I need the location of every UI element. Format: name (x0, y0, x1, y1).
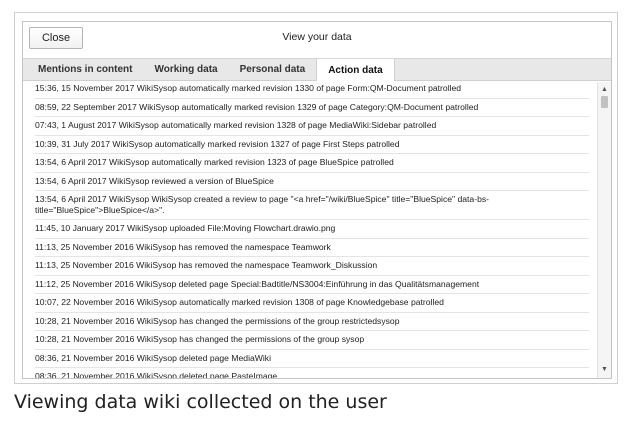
log-entry: 08:36, 21 November 2016 WikiSysop delete… (35, 368, 589, 378)
log-entry: 10:28, 21 November 2016 WikiSysop has ch… (35, 313, 589, 331)
scroll-down-arrow-icon[interactable]: ▼ (598, 364, 611, 376)
log-entry: 10:28, 21 November 2016 WikiSysop has ch… (35, 331, 589, 350)
log-entry: 11:12, 25 November 2016 WikiSysop delete… (35, 276, 589, 294)
image-caption: Viewing data wiki collected on the user (14, 391, 387, 413)
log-entry: 07:43, 1 August 2017 WikiSysop automatic… (35, 117, 589, 136)
action-log: 15:36, 15 November 2017 WikiSysop automa… (23, 82, 597, 378)
log-entry: 13:54, 6 April 2017 WikiSysop WikiSysop … (35, 191, 589, 220)
log-entry: 11:45, 10 January 2017 WikiSysop uploade… (35, 220, 589, 239)
tab-mentions-in-content[interactable]: Mentions in content (27, 59, 143, 80)
scroll-up-arrow-icon[interactable]: ▲ (598, 84, 611, 96)
close-button[interactable]: Close (29, 27, 83, 49)
log-entry: 15:36, 15 November 2017 WikiSysop automa… (35, 82, 589, 99)
log-entry: 11:13, 25 November 2016 WikiSysop has re… (35, 239, 589, 257)
dialog-titlebar: Close View your data (23, 22, 611, 59)
tab-bar: Mentions in content Working data Persona… (23, 59, 611, 81)
scroll-thumb[interactable] (601, 96, 608, 108)
tab-action-data[interactable]: Action data (316, 59, 395, 81)
tab-content: 15:36, 15 November 2017 WikiSysop automa… (23, 82, 611, 378)
dialog-title: View your data (282, 31, 352, 43)
screenshot-frame: Close View your data Mentions in content… (14, 12, 618, 384)
log-entry: 13:54, 6 April 2017 WikiSysop reviewed a… (35, 173, 589, 191)
log-entry: 13:54, 6 April 2017 WikiSysop automatica… (35, 154, 589, 173)
tab-personal-data[interactable]: Personal data (229, 59, 317, 80)
tab-working-data[interactable]: Working data (143, 59, 228, 80)
log-entry: 10:07, 22 November 2016 WikiSysop automa… (35, 294, 589, 313)
log-entry: 11:13, 25 November 2016 WikiSysop has re… (35, 257, 589, 276)
log-entry: 08:36, 21 November 2016 WikiSysop delete… (35, 350, 589, 368)
log-entry: 08:59, 22 September 2017 WikiSysop autom… (35, 99, 589, 117)
scrollbar[interactable]: ▲ ▼ (597, 82, 611, 378)
view-data-dialog: Close View your data Mentions in content… (22, 21, 612, 379)
log-entry: 10:39, 31 July 2017 WikiSysop automatica… (35, 136, 589, 154)
